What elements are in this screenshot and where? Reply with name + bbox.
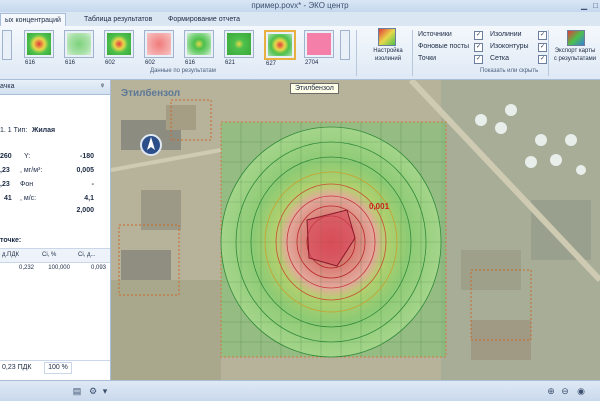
checkbox-isocontours-box[interactable]: ✓	[538, 43, 547, 52]
pin-icon[interactable]: ᵠ	[101, 80, 104, 94]
result-thumbnail[interactable]: 621	[224, 30, 254, 66]
status-bar: ▤ ⚙ ▾ ⊕ ⊖ ◉	[0, 380, 600, 401]
ribbon-scroll-right[interactable]	[340, 30, 350, 60]
checkbox-points[interactable]: Точки ✓	[418, 54, 483, 64]
zoom-reset-icon[interactable]: ◉	[576, 386, 586, 396]
maximize-icon[interactable]: □	[593, 0, 598, 12]
tab-concentrations[interactable]: ых концентраций	[0, 13, 66, 27]
column-header[interactable]: Ci, %	[42, 249, 56, 262]
checkbox-isolines-box[interactable]: ✓	[538, 31, 547, 40]
table-cell: 100,000	[48, 265, 70, 271]
ribbon-separator	[412, 30, 413, 76]
tab-report[interactable]: Формирование отчета	[164, 13, 244, 26]
ribbon-separator	[356, 30, 357, 76]
window-controls: ▁ □	[581, 0, 598, 12]
map-building	[141, 190, 181, 230]
result-thumbnail[interactable]: 616	[64, 30, 94, 66]
footer-pdk: 0,23 ПДК	[2, 364, 32, 371]
left-panel: ачка ᵠ 1. 1 Тип: Жилая 260 Y: -180 ,23 ,…	[0, 80, 111, 380]
column-header[interactable]: д.ПДК	[2, 249, 19, 262]
point-wind-row: 41 , м/с: 4,1	[4, 195, 94, 202]
export-map-button[interactable]: Экспорт карты с результатами	[550, 28, 600, 68]
result-thumbnail[interactable]: 602	[104, 30, 134, 66]
section-title: точке:	[0, 237, 22, 244]
group-label-show-hide: Показать или скрыть	[480, 68, 539, 74]
map-view[interactable]: Этилбензол 0,001	[111, 80, 600, 380]
checkbox-isolines[interactable]: Изолинии ✓	[490, 30, 547, 40]
checkbox-isocontours[interactable]: Изоконтуры ✓	[490, 42, 547, 52]
panel-footer: 0,23 ПДК 100 %	[0, 360, 110, 375]
ribbon-tabs: ых концентраций Таблица результатов Форм…	[0, 12, 600, 27]
title-bar: пример.povx* - ЭКО центр ▁ □	[0, 0, 600, 12]
checkbox-grid-box[interactable]: ✓	[538, 55, 547, 64]
footer-percent: 100 %	[44, 362, 72, 374]
map-building	[121, 250, 171, 280]
point-background-row: ,23 Фон -	[0, 181, 94, 188]
isolines-settings-button[interactable]: Настройка изолиний	[366, 28, 406, 68]
checkbox-sources-box[interactable]: ✓	[474, 31, 483, 40]
group-label-results: Данные по результатам	[150, 68, 216, 74]
tooltip: Этилбензол	[290, 83, 339, 94]
settings-icon[interactable]: ⚙	[88, 386, 98, 396]
ribbon-separator	[548, 30, 549, 76]
minimize-icon[interactable]: ▁	[581, 0, 587, 12]
table-cell: 0,093	[90, 265, 106, 271]
ribbon-scroll-left[interactable]	[2, 30, 12, 60]
result-thumbnail-selected[interactable]: 627	[264, 30, 296, 67]
point-concentration-row: ,23 , мг/м³: 0,005	[0, 167, 94, 174]
table-header: д.ПДК Ci, % Ci, д...	[0, 248, 110, 263]
chevron-down-icon[interactable]: ▾	[100, 386, 110, 396]
checkbox-background-posts-box[interactable]: ✓	[474, 43, 483, 52]
map-substance-title: Этилбензол	[121, 88, 181, 99]
table-cell: 0,232	[18, 265, 34, 271]
point-type-row: 1. 1 Тип: Жилая	[0, 127, 56, 134]
checkbox-sources[interactable]: Источники ✓	[418, 30, 483, 40]
checkbox-points-box[interactable]: ✓	[474, 55, 483, 64]
result-thumbnail[interactable]: 2704	[304, 30, 334, 66]
isolines-settings-icon	[378, 28, 396, 46]
map-canvas[interactable]	[111, 80, 600, 380]
zoom-in-icon[interactable]: ⊕	[546, 386, 556, 396]
result-thumbnail[interactable]: 602	[144, 30, 174, 66]
result-thumbnail[interactable]: 616	[24, 30, 54, 66]
tab-results-table[interactable]: Таблица результатов	[80, 13, 156, 26]
export-map-icon	[567, 30, 585, 46]
point-coord-row: 260 Y: -180	[0, 153, 94, 160]
map-building	[531, 200, 591, 260]
column-header[interactable]: Ci, д...	[78, 249, 96, 262]
window-title: пример.povx* - ЭКО центр	[251, 1, 349, 10]
point-extra-row: 2,000	[76, 207, 94, 214]
ribbon: 616 616 602 602 616 621 627 2704 Данные …	[0, 26, 600, 80]
compass-icon	[140, 134, 162, 156]
checkbox-grid[interactable]: Сетка ✓	[490, 54, 547, 64]
zoom-out-icon[interactable]: ⊖	[560, 386, 570, 396]
table-row[interactable]: 0,232 100,000 0,093	[0, 262, 110, 274]
left-panel-header: ачка ᵠ	[0, 80, 110, 95]
print-icon[interactable]: ▤	[72, 386, 82, 396]
checkbox-background-posts[interactable]: Фоновые посты ✓	[418, 42, 483, 52]
result-thumbnail[interactable]: 616	[184, 30, 214, 66]
contour-value-label: 0,001	[369, 202, 390, 211]
